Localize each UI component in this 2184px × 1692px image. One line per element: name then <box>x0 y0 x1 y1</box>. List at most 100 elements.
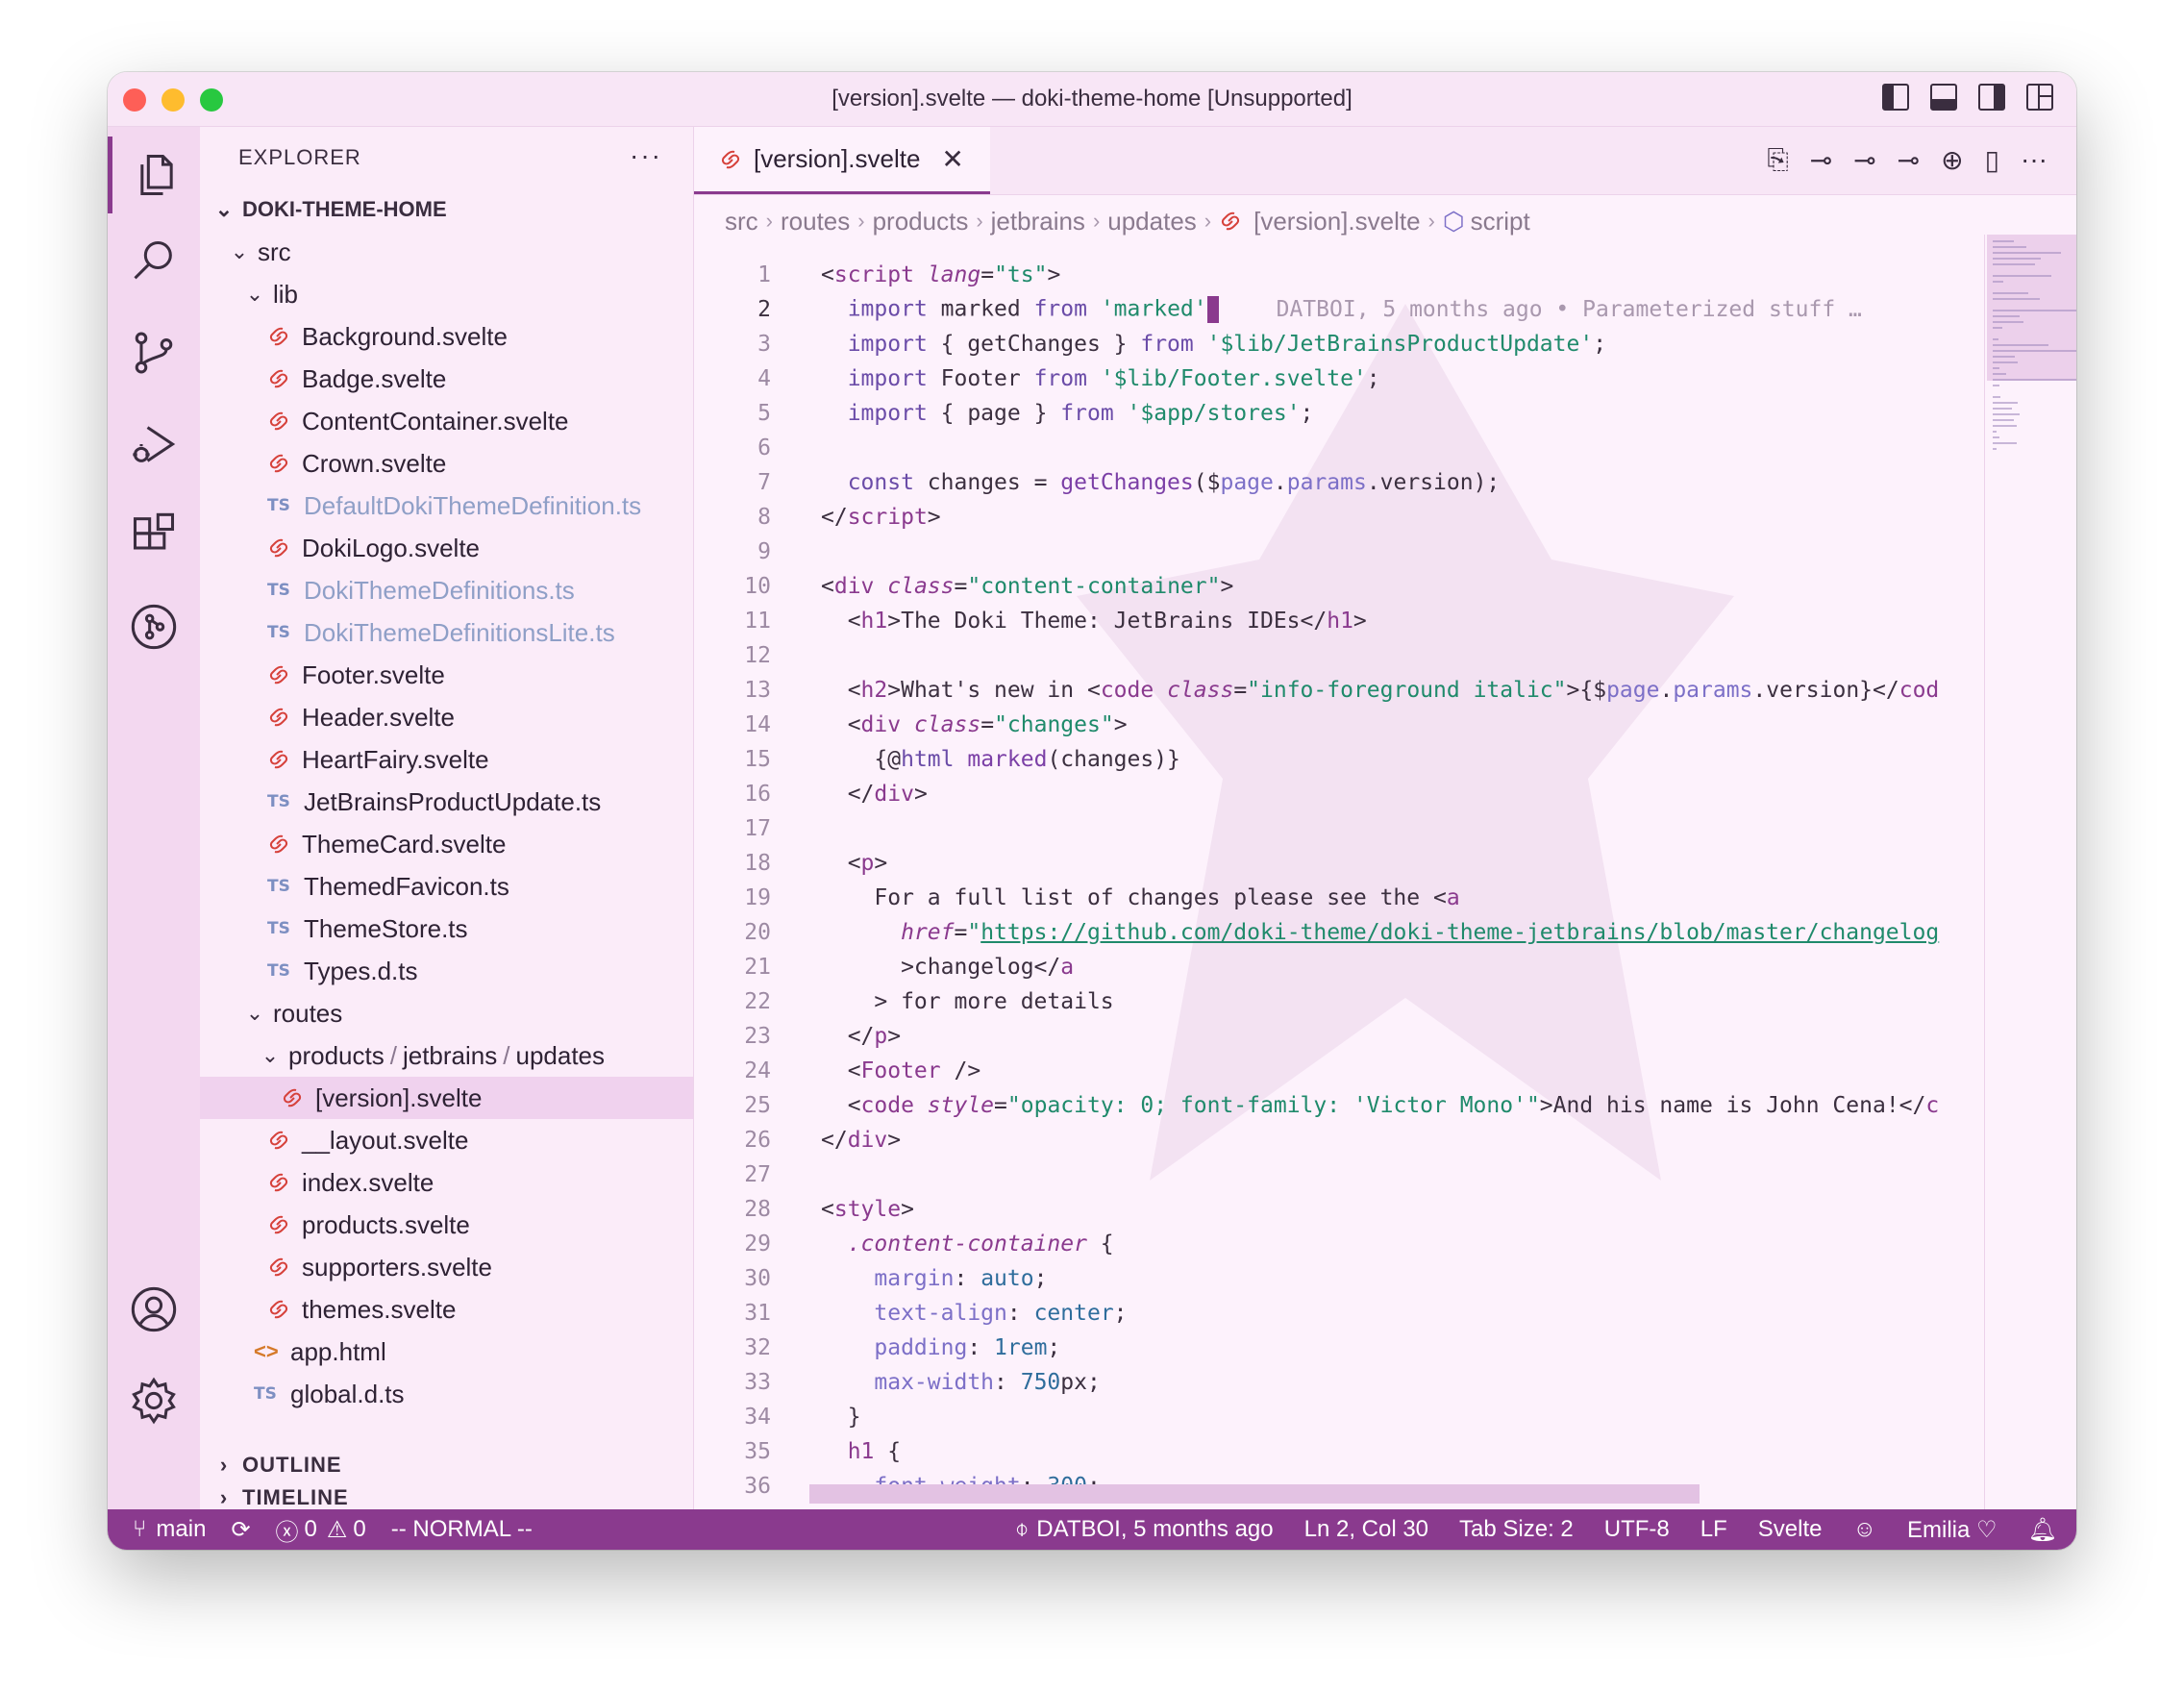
feedback-icon[interactable]: ☺ <box>1852 1516 1876 1543</box>
tree-file[interactable]: Footer.svelte <box>200 654 693 696</box>
code-line[interactable]: 24 <Footer /> <box>694 1054 1982 1088</box>
breadcrumb-routes[interactable]: routes <box>781 207 850 236</box>
breadcrumb-src[interactable]: src <box>725 207 758 236</box>
code-line[interactable]: 10 <div class="content-container"> <box>694 569 1982 604</box>
tree-file[interactable]: [version].svelte <box>200 1077 693 1119</box>
breadcrumb-symbol[interactable]: script <box>1471 207 1530 236</box>
customize-layout-icon[interactable] <box>2026 84 2053 111</box>
code-line[interactable]: 33 max-width: 750px; <box>694 1365 1982 1400</box>
code-line[interactable]: 8 </script> <box>694 500 1982 535</box>
branch-indicator[interactable]: ⑂ main <box>133 1516 206 1543</box>
notifications-bell-icon[interactable]: 🔔︎ <box>2028 1516 2057 1544</box>
code-line[interactable]: 26 </div> <box>694 1123 1982 1157</box>
source-control-icon[interactable] <box>108 314 200 391</box>
breadcrumb-jetbrains[interactable]: jetbrains <box>991 207 1085 236</box>
code-line[interactable]: 35 h1 { <box>694 1434 1982 1469</box>
open-changes-icon[interactable]: ⎘ <box>1767 144 1788 176</box>
tree-file[interactable]: index.svelte <box>200 1161 693 1204</box>
close-tab-icon[interactable]: ✕ <box>941 143 963 175</box>
tree-file[interactable]: products.svelte <box>200 1204 693 1246</box>
code-line[interactable]: 16 </div> <box>694 777 1982 811</box>
tree-folder[interactable]: ⌄ products / jetbrains / updates <box>200 1034 693 1077</box>
tree-folder[interactable]: ⌄ lib <box>200 273 693 315</box>
tree-file[interactable]: Crown.svelte <box>200 442 693 485</box>
timeline-section[interactable]: › TIMELINE <box>200 1477 349 1509</box>
search-icon[interactable] <box>108 223 200 300</box>
tree-file[interactable]: __layout.svelte <box>200 1119 693 1161</box>
workspace-root[interactable]: ⌄ DOKI-THEME-HOME <box>200 188 693 231</box>
split-editor-icon[interactable]: ▯ <box>1985 144 1999 176</box>
tree-file[interactable]: ThemeCard.svelte <box>200 823 693 865</box>
code-line[interactable]: 3 import { getChanges } from '$lib/JetBr… <box>694 327 1982 361</box>
tree-file[interactable]: Header.svelte <box>200 696 693 738</box>
tree-file[interactable]: TS JetBrainsProductUpdate.ts <box>200 781 693 823</box>
code-line[interactable]: 23 </p> <box>694 1019 1982 1054</box>
code-line[interactable]: 2 import marked from 'marked' DATBOI, 5 m… <box>694 292 1982 327</box>
code-line[interactable]: 30 margin: auto; <box>694 1261 1982 1296</box>
problems-indicator[interactable]: ⓧ 0 ⚠ 0 <box>276 1513 366 1547</box>
breadcrumb-file[interactable]: [version].svelte <box>1253 207 1420 236</box>
settings-gear-icon[interactable] <box>108 1362 200 1439</box>
code-line[interactable]: 9 <box>694 535 1982 569</box>
code-editor[interactable]: 1 <script lang="ts"> 2 import marked from … <box>694 258 1982 1509</box>
code-line[interactable]: 13 <h2>What's new in <code class="info-f… <box>694 673 1982 708</box>
tree-file[interactable]: themes.svelte <box>200 1288 693 1331</box>
code-line[interactable]: 34 } <box>694 1400 1982 1434</box>
tree-file[interactable]: ContentContainer.svelte <box>200 400 693 442</box>
code-line[interactable]: 22 > for more details <box>694 984 1982 1019</box>
theme-name[interactable]: Emilia ♡ <box>1907 1516 1998 1544</box>
tree-file[interactable]: <> app.html <box>200 1331 693 1373</box>
code-line[interactable]: 28 <style> <box>694 1192 1982 1227</box>
breadcrumb-updates[interactable]: updates <box>1107 207 1197 236</box>
account-icon[interactable] <box>108 1271 200 1348</box>
horizontal-scrollbar[interactable] <box>809 1484 1700 1504</box>
code-line[interactable]: 7 const changes = getChanges($page.param… <box>694 465 1982 500</box>
tree-file[interactable]: TS DefaultDokiThemeDefinition.ts <box>200 485 693 527</box>
run-debug-icon[interactable] <box>108 406 200 483</box>
git-commit-icon[interactable]: ⊸ <box>1810 144 1832 176</box>
language-mode[interactable]: Svelte <box>1758 1516 1823 1543</box>
code-line[interactable]: 20 href="https://github.com/doki-theme/d… <box>694 915 1982 950</box>
code-line[interactable]: 4 import Footer from '$lib/Footer.svelte… <box>694 361 1982 396</box>
cursor-position[interactable]: Ln 2, Col 30 <box>1304 1516 1428 1543</box>
code-line[interactable]: 19 For a full list of changes please see… <box>694 881 1982 915</box>
next-revision-icon[interactable]: ⊸ <box>1898 144 1920 176</box>
editor-more-icon[interactable]: ··· <box>2021 144 2048 176</box>
code-line[interactable]: 15 {@html marked(changes)} <box>694 742 1982 777</box>
tree-file[interactable]: TS ThemeStore.ts <box>200 908 693 950</box>
tree-folder[interactable]: ⌄ routes <box>200 992 693 1034</box>
code-line[interactable]: 21 >changelog</a <box>694 950 1982 984</box>
code-line[interactable]: 1 <script lang="ts"> <box>694 258 1982 292</box>
previous-revision-icon[interactable]: ⊸ <box>1853 144 1875 176</box>
code-line[interactable]: 31 text-align: center; <box>694 1296 1982 1331</box>
more-actions-icon[interactable]: ··· <box>630 140 662 171</box>
tree-file[interactable]: TS global.d.ts <box>200 1373 693 1415</box>
code-line[interactable]: 25 <code style="opacity: 0; font-family:… <box>694 1088 1982 1123</box>
code-line[interactable]: 27 <box>694 1157 1982 1192</box>
code-line[interactable]: 32 padding: 1rem; <box>694 1331 1982 1365</box>
extensions-icon[interactable] <box>108 497 200 574</box>
sync-button[interactable]: ⟳ <box>231 1516 250 1544</box>
tree-file[interactable]: supporters.svelte <box>200 1246 693 1288</box>
tree-file[interactable]: DokiLogo.svelte <box>200 527 693 569</box>
tree-file[interactable]: Background.svelte <box>200 315 693 358</box>
code-line[interactable]: 11 <h1>The Doki Theme: JetBrains IDEs</h… <box>694 604 1982 638</box>
tree-file[interactable]: Badge.svelte <box>200 358 693 400</box>
explorer-icon[interactable] <box>108 137 200 213</box>
code-line[interactable]: 29 .content-container { <box>694 1227 1982 1261</box>
code-line[interactable]: 14 <div class="changes"> <box>694 708 1982 742</box>
code-line[interactable]: 12 <box>694 638 1982 673</box>
code-line[interactable]: 18 <p> <box>694 846 1982 881</box>
encoding[interactable]: UTF-8 <box>1604 1516 1670 1543</box>
tab-version-svelte[interactable]: [version].svelte ✕ <box>694 127 990 194</box>
toggle-secondary-sidebar-icon[interactable] <box>1978 84 2005 111</box>
breadcrumb-products[interactable]: products <box>873 207 969 236</box>
git-blame-status[interactable]: ⌽ DATBOI, 5 months ago <box>1015 1516 1274 1543</box>
tree-file[interactable]: TS DokiThemeDefinitions.ts <box>200 569 693 611</box>
tree-file[interactable]: TS DokiThemeDefinitionsLite.ts <box>200 611 693 654</box>
tree-folder[interactable]: ⌄ src <box>200 231 693 273</box>
tree-file[interactable]: HeartFairy.svelte <box>200 738 693 781</box>
tree-file[interactable]: TS Types.d.ts <box>200 950 693 992</box>
toggle-panel-icon[interactable] <box>1930 84 1957 111</box>
code-line[interactable]: 5 import { page } from '$app/stores'; <box>694 396 1982 431</box>
